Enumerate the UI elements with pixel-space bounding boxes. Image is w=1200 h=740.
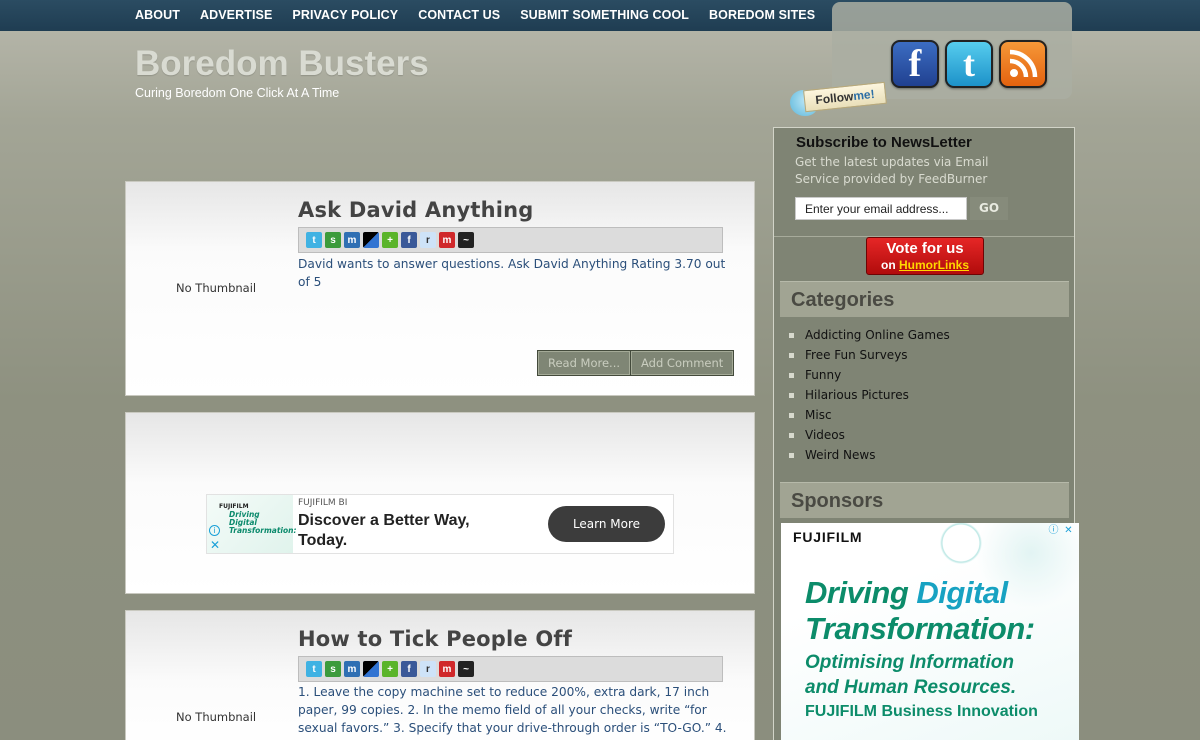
add-comment-button[interactable]: Add Comment	[630, 350, 735, 376]
delicious-icon[interactable]	[363, 661, 379, 677]
go-button[interactable]: GO	[970, 197, 1008, 220]
category-item[interactable]: Funny	[789, 365, 950, 385]
post-card: No Thumbnail Ask David Anything t s m + …	[125, 181, 755, 396]
post-title[interactable]: How to Tick People Off	[298, 627, 572, 651]
nav-boredom-sites[interactable]: BOREDOM SITES	[709, 8, 815, 22]
reddit-icon[interactable]: r	[420, 232, 436, 248]
ad-thumbnail-text: Driving Digital Transformation:	[229, 510, 297, 535]
ad-card: FUJIFILM Driving Digital Transformation:…	[125, 412, 755, 594]
twitter-icon[interactable]: t	[945, 40, 993, 88]
category-item[interactable]: Addicting Online Games	[789, 325, 950, 345]
twitter-icon[interactable]: t	[306, 661, 322, 677]
delicious-icon[interactable]	[363, 232, 379, 248]
addthis-icon[interactable]: +	[382, 232, 398, 248]
share-bar: t s m + f r m ~	[298, 227, 723, 253]
ad-banner[interactable]: FUJIFILM Driving Digital Transformation:…	[206, 494, 674, 554]
stumbleupon-icon[interactable]: s	[325, 661, 341, 677]
email-field[interactable]	[795, 197, 967, 220]
share-bar: t s m + f r m ~	[298, 656, 723, 682]
ad-thumbnail-brand: FUJIFILM	[219, 503, 249, 510]
rss-icon[interactable]	[999, 40, 1047, 88]
subscribe-title: Subscribe to NewsLetter	[796, 134, 972, 151]
technorati-icon[interactable]: ~	[458, 661, 474, 677]
post-thumbnail-placeholder: No Thumbnail	[176, 281, 257, 295]
sponsor-ad[interactable]: FUJIFILM ⓘ ✕ Driving Digital Transformat…	[781, 523, 1079, 740]
category-item[interactable]: Misc	[789, 405, 950, 425]
category-item[interactable]: Hilarious Pictures	[789, 385, 950, 405]
nav-about[interactable]: ABOUT	[135, 8, 180, 22]
read-more-button[interactable]: Read More...	[537, 350, 632, 376]
nav-privacy-policy[interactable]: PRIVACY POLICY	[292, 8, 398, 22]
vote-humorlinks-button[interactable]: Vote for us on HumorLinks	[866, 237, 984, 275]
ad-brand-logo: FUJIFILM	[793, 529, 863, 545]
facebook-icon[interactable]: f	[401, 232, 417, 248]
learn-more-button[interactable]: Learn More	[548, 506, 665, 542]
nav-submit-something-cool[interactable]: SUBMIT SOMETHING COOL	[520, 8, 689, 22]
post-card: No Thumbnail How to Tick People Off t s …	[125, 610, 755, 740]
site-title[interactable]: Boredom Busters	[135, 44, 429, 84]
mixx-icon[interactable]: m	[439, 661, 455, 677]
categories-heading: Categories	[780, 281, 1069, 317]
post-thumbnail-placeholder: No Thumbnail	[176, 710, 257, 724]
follow-me-tag: Followme!	[803, 81, 887, 113]
ad-subheadline: Optimising Information and Human Resourc…	[805, 652, 1017, 698]
site-tagline: Curing Boredom One Click At A Time	[135, 86, 340, 100]
myspace-icon[interactable]: m	[344, 661, 360, 677]
category-item[interactable]: Videos	[789, 425, 950, 445]
ad-close-icon[interactable]: ✕	[1062, 525, 1075, 538]
myspace-icon[interactable]: m	[344, 232, 360, 248]
ad-headline: Driving Digital Transformation:	[805, 575, 1035, 646]
categories-list: Addicting Online Games Free Fun Surveys …	[789, 325, 950, 465]
reddit-icon[interactable]: r	[420, 661, 436, 677]
nav-advertise[interactable]: ADVERTISE	[200, 8, 272, 22]
ad-footer: FUJIFILM Business Innovation	[805, 703, 1038, 720]
post-excerpt: David wants to answer questions. Ask Dav…	[298, 257, 726, 289]
category-item[interactable]: Weird News	[789, 445, 950, 465]
ad-info-icon[interactable]: ⓘ	[1047, 525, 1060, 538]
subscribe-description: Get the latest updates via Email Service…	[795, 155, 989, 186]
category-item[interactable]: Free Fun Surveys	[789, 345, 950, 365]
ad-brand: FUJIFILM BI	[298, 498, 348, 508]
twitter-icon[interactable]: t	[306, 232, 322, 248]
ad-close-icon[interactable]: ✕	[210, 539, 220, 551]
addthis-icon[interactable]: +	[382, 661, 398, 677]
ad-headline: Discover a Better Way, Today.	[298, 512, 470, 549]
nav-contact-us[interactable]: CONTACT US	[418, 8, 500, 22]
technorati-icon[interactable]: ~	[458, 232, 474, 248]
mixx-icon[interactable]: m	[439, 232, 455, 248]
post-excerpt: 1. Leave the copy machine set to reduce …	[298, 685, 727, 740]
post-title[interactable]: Ask David Anything	[298, 198, 534, 222]
facebook-icon[interactable]: f	[401, 661, 417, 677]
top-nav-menu: ABOUT ADVERTISE PRIVACY POLICY CONTACT U…	[135, 8, 835, 22]
facebook-icon[interactable]: f	[891, 40, 939, 88]
stumbleupon-icon[interactable]: s	[325, 232, 341, 248]
ad-info-icon[interactable]: i	[209, 525, 220, 536]
follow-me-badge[interactable]: Followme!	[790, 81, 887, 120]
sponsors-heading: Sponsors	[780, 482, 1069, 518]
